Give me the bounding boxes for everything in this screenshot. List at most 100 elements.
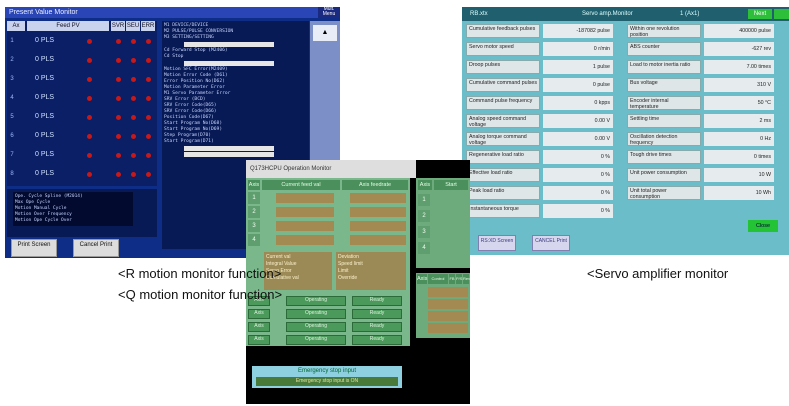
servo-row-value: 0 % — [543, 186, 613, 200]
row-number: 6 — [10, 133, 14, 139]
q-control-system-table: Axis Control system FB P/S Rev. — [416, 273, 470, 338]
q-header-axis: Axis — [248, 180, 260, 190]
info-line: Cd Stop — [164, 54, 184, 59]
servo-row-value: 0 kpps — [543, 96, 613, 110]
servo-row-value: 0 Hz — [704, 132, 774, 146]
emergency-stop-panel: Emergency stop input Emergency stop inpu… — [252, 366, 402, 388]
servo-row-label: Effective load ratio — [466, 168, 540, 182]
q-header-control: Control system — [428, 274, 448, 291]
status-lamp-icon — [131, 153, 136, 158]
servo-row-label: Cumulative command pulses — [466, 78, 540, 92]
r-header-axis: Ax — [7, 21, 25, 31]
servo-row-label: Settling time — [627, 114, 701, 128]
servo-row-label: Analog torque command voltage — [466, 132, 540, 146]
servo-monitor-caption: <Servo amplifier monitor — [587, 266, 729, 281]
print-screen-button[interactable]: Print Screen — [11, 239, 57, 257]
feed-value: 0 PLS — [35, 56, 55, 63]
servo-row-label: Peak load ratio — [466, 186, 540, 200]
servo-row-label: Regenerative load ratio — [466, 150, 540, 164]
cancel-print-button[interactable]: CANCEL Print — [532, 235, 570, 251]
control-cell — [428, 323, 468, 333]
servo-row-value: 2 ms — [704, 114, 774, 128]
next-button[interactable]: Next — [748, 9, 772, 19]
axis-number: 2 — [418, 210, 430, 222]
row-number: 4 — [10, 95, 14, 101]
list-item[interactable]: 8 0 PLS — [7, 166, 157, 183]
q-header-axis: Axis — [417, 274, 428, 284]
servo-row-value: 10 W — [704, 168, 774, 182]
info-line: M3 SETTING/SETTING — [164, 35, 214, 40]
servo-row-value: 310 V — [704, 78, 774, 92]
r-cycle-info: Ope. Cycle Spline (M2014) Max Ope Cycle … — [13, 192, 133, 226]
q-window-title: Q173HCPU Operation Monitor — [246, 160, 416, 178]
axis-number: 3 — [418, 226, 430, 238]
q-header-ps: P/S — [456, 274, 462, 284]
status-lamp-icon — [87, 39, 92, 44]
axis-label: Axis — [248, 335, 270, 345]
servo-row-label: Unit power consumption — [627, 168, 701, 182]
axis-number: 4 — [248, 234, 260, 246]
r-header-seu: SEU — [126, 21, 140, 31]
servo-row-label: Unit total power consumption — [627, 186, 701, 200]
close-button[interactable]: Close — [748, 220, 778, 232]
list-item[interactable]: 4 0 PLS — [7, 90, 157, 107]
r-multi-menu-button[interactable]: Mult. Menu — [318, 7, 340, 18]
status-lamp-icon — [146, 96, 151, 101]
print-screen-button[interactable]: RS:XD Screen — [478, 235, 516, 251]
r-monitor-caption: <R motion monitor function> — [118, 266, 282, 281]
list-item[interactable]: 1 0 PLS — [7, 33, 157, 50]
servo-row-label: Instantaneous torque — [466, 204, 540, 218]
status-lamp-icon — [116, 77, 121, 82]
q-side-table-top: Axis Start 1 2 3 4 — [416, 178, 470, 268]
axis-label: Axis — [248, 322, 270, 332]
status-lamp-icon — [87, 58, 92, 63]
servo-row-label: Encoder internal temperature — [627, 96, 701, 110]
row-number: 5 — [10, 114, 14, 120]
r-header-feed: Feed PV — [27, 21, 109, 31]
servo-row-value: 0.00 V — [543, 114, 613, 128]
list-item[interactable]: 6 0 PLS — [7, 128, 157, 145]
servo-row-label: Command pulse frequency — [466, 96, 540, 110]
row-number: 2 — [10, 57, 14, 63]
q-header-current: Current feed val — [262, 180, 340, 190]
list-item[interactable]: 7 0 PLS — [7, 147, 157, 164]
r-cycle-panel: Ope. Cycle Spline (M2014) Max Ope Cycle … — [7, 189, 157, 237]
control-cell — [428, 311, 468, 321]
q-axis-table: Axis Current feed val Axis feedrate 1 2 … — [246, 178, 410, 346]
status-indicator — [774, 9, 789, 19]
status-lamp-icon — [131, 58, 136, 63]
feed-value: 0 PLS — [35, 37, 55, 44]
status-lamp-icon — [87, 115, 92, 120]
status-lamp-icon — [87, 153, 92, 158]
list-item[interactable]: 5 0 PLS — [7, 109, 157, 126]
servo-row-value: -627 rev — [704, 42, 774, 56]
servo-row-value: 0 % — [543, 168, 613, 182]
q-header-fb: FB — [449, 274, 455, 284]
servo-row-label: Servo motor speed — [466, 42, 540, 56]
status-lamp-icon — [87, 96, 92, 101]
feedrate-cell — [350, 221, 406, 231]
current-value-cell — [276, 221, 334, 231]
status-lamp-icon — [146, 115, 151, 120]
servo-row-label: Cumulative feedback pulses — [466, 24, 540, 38]
emergency-stop-label: Emergency stop input — [297, 368, 357, 374]
status-lamp-icon — [146, 134, 151, 139]
feed-value: 0 PLS — [35, 132, 55, 139]
feed-value: 0 PLS — [35, 75, 55, 82]
status-lamp-icon — [146, 153, 151, 158]
scroll-up-button[interactable]: ▲ — [313, 25, 337, 41]
status-lamp-icon — [131, 172, 136, 177]
row-number: 1 — [10, 38, 14, 44]
servo-row-label: Analog speed command voltage — [466, 114, 540, 128]
list-item[interactable]: 2 0 PLS — [7, 52, 157, 69]
status-lamp-icon — [146, 39, 151, 44]
status-lamp-icon — [146, 172, 151, 177]
axis-number: 3 — [248, 220, 260, 232]
axis-number: 4 — [418, 242, 430, 254]
servo-row-label: Droop pulses — [466, 60, 540, 74]
operating-status: Operating — [286, 309, 346, 319]
servo-amplifier-monitor-screen: RB.xtx Servo amp.Monitor 1 (Ax1) Next Cu… — [462, 7, 789, 255]
list-item[interactable]: 3 0 PLS — [7, 71, 157, 88]
cancel-print-button[interactable]: Cancel Print — [73, 239, 119, 257]
status-lamp-icon — [116, 115, 121, 120]
